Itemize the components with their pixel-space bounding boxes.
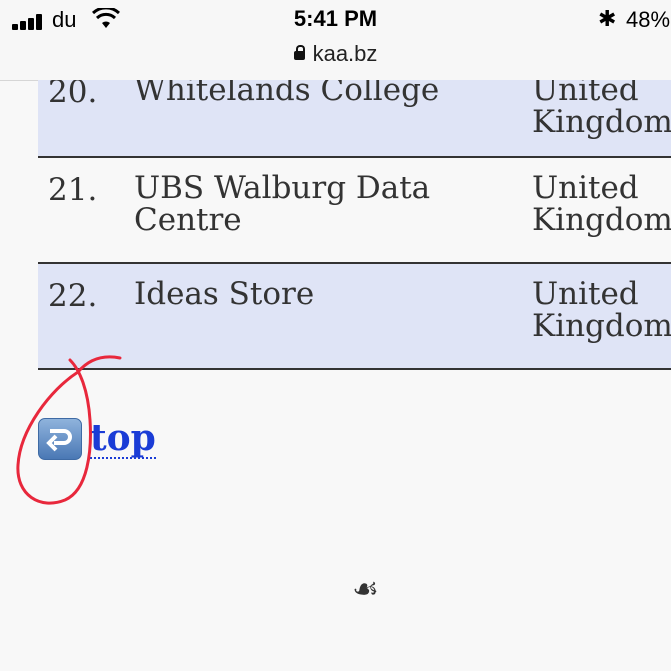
results-table: 20. Whitelands College United Kingdom 21… — [38, 80, 671, 370]
row-country: United Kingdom — [532, 80, 671, 140]
table-row: 22. Ideas Store United Kingdom — [38, 264, 671, 370]
row-number: 22. — [48, 278, 98, 314]
row-number: 21. — [48, 172, 98, 208]
row-name: UBS Walburg Data Centre — [134, 170, 431, 238]
address-bar[interactable]: kaa.bz — [0, 41, 671, 67]
row-name: Ideas Store — [134, 276, 315, 312]
row-number: 20. — [48, 80, 98, 110]
table-row: 20. Whitelands College United Kingdom — [38, 80, 671, 158]
clock: 5:41 PM — [293, 6, 378, 31]
fleuron-ornament: ☙ — [352, 572, 379, 607]
row-name: Whitelands College — [134, 80, 440, 108]
table-row: 21. UBS Walburg Data Centre United Kingd… — [38, 158, 671, 264]
battery-percentage: 48% — [626, 7, 671, 32]
row-country: United Kingdom — [532, 170, 671, 238]
status-bar: du 5:41 PM ✱ 48% kaa.bz — [0, 0, 671, 81]
bluetooth-icon: ✱ — [598, 6, 617, 31]
page: du 5:41 PM ✱ 48% kaa.bz 20. Whitelands C… — [0, 0, 671, 671]
lock-icon — [293, 45, 305, 60]
annotation-circle — [16, 355, 122, 505]
row-country: United Kingdom — [532, 276, 671, 344]
url-text: kaa.bz — [312, 41, 378, 66]
